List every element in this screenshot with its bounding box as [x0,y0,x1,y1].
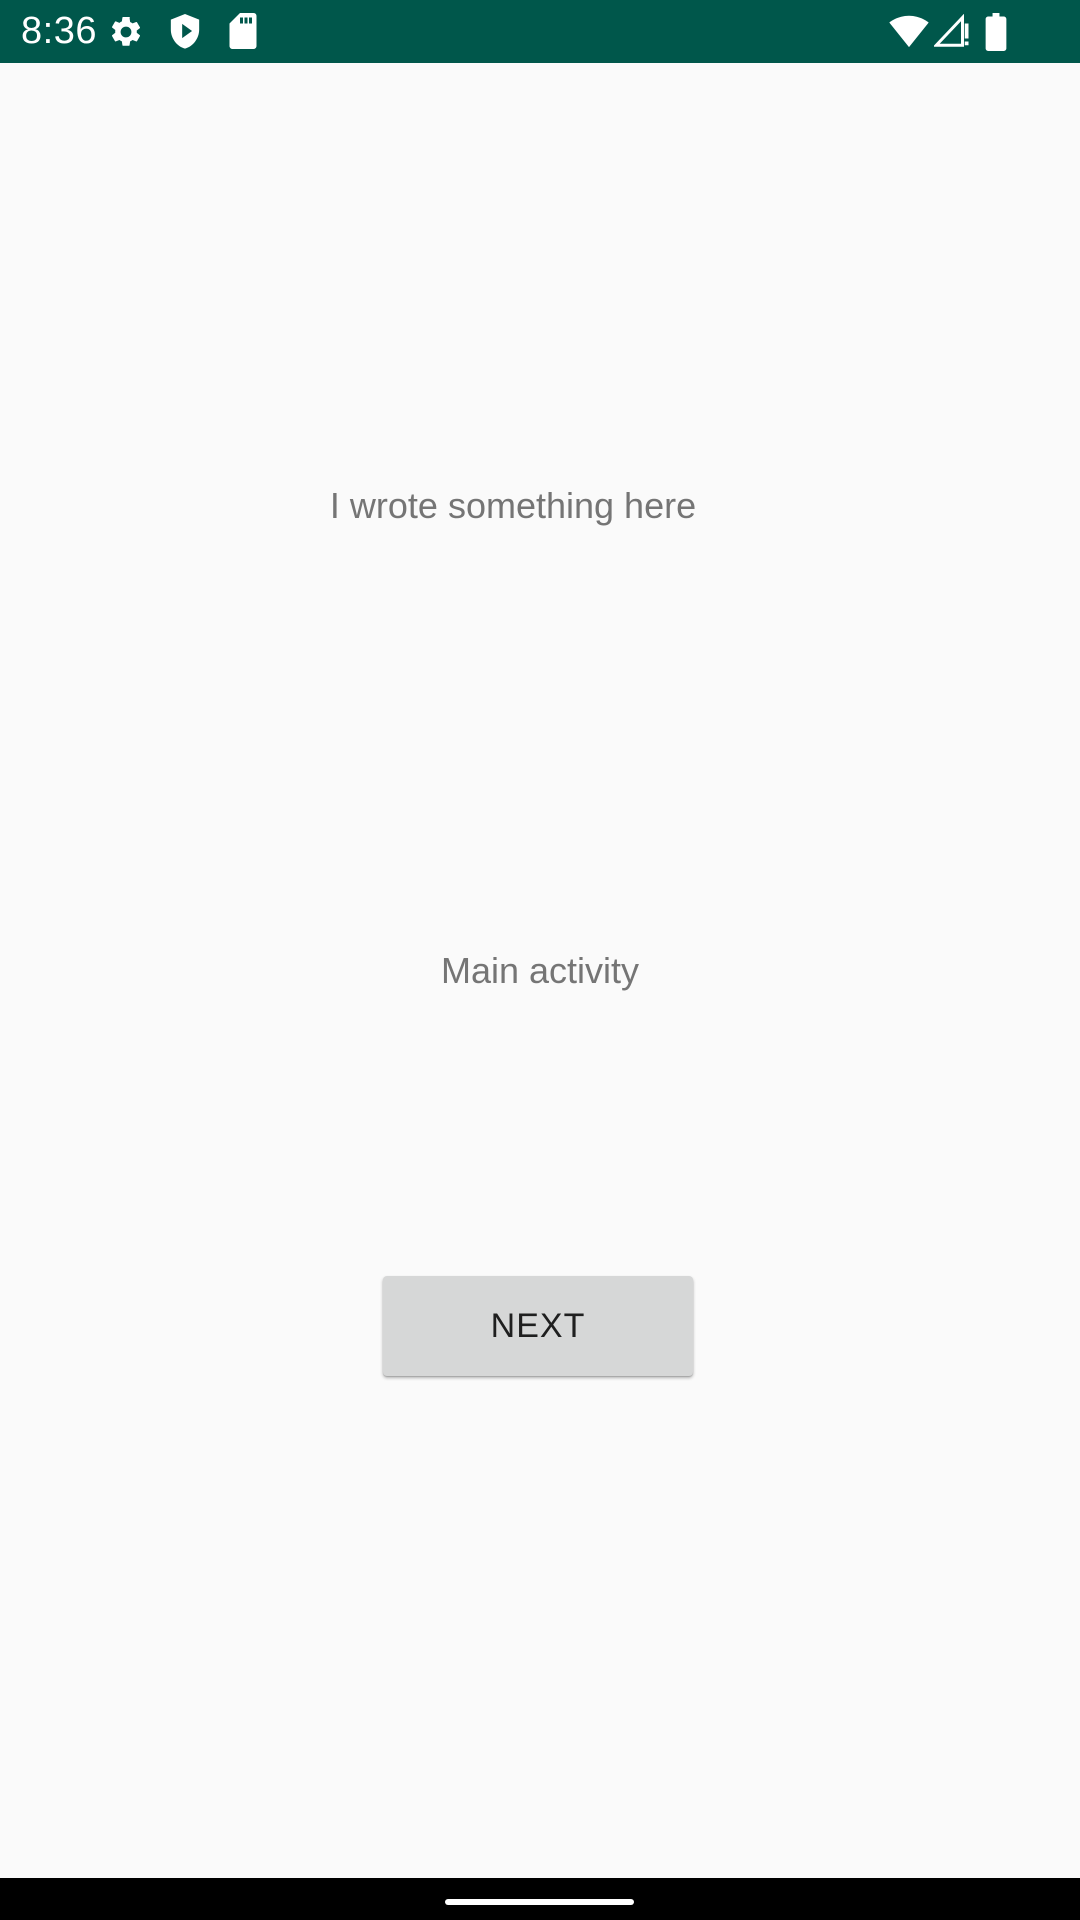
navigation-bar [0,1878,1080,1920]
gear-icon [111,16,141,46]
wifi-icon [889,15,929,48]
shield-icon [170,14,200,49]
status-bar: 8:36 [0,0,1080,63]
signal-icon [934,14,969,47]
battery-icon [985,13,1007,51]
text-wrote-something: I wrote something here [329,485,697,526]
home-handle[interactable] [445,1899,634,1905]
status-time: 8:36 [21,10,97,52]
sd-card-icon [229,13,257,49]
text-main-activity: Main activity [440,950,640,991]
next-button[interactable]: NEXT [383,1276,693,1376]
